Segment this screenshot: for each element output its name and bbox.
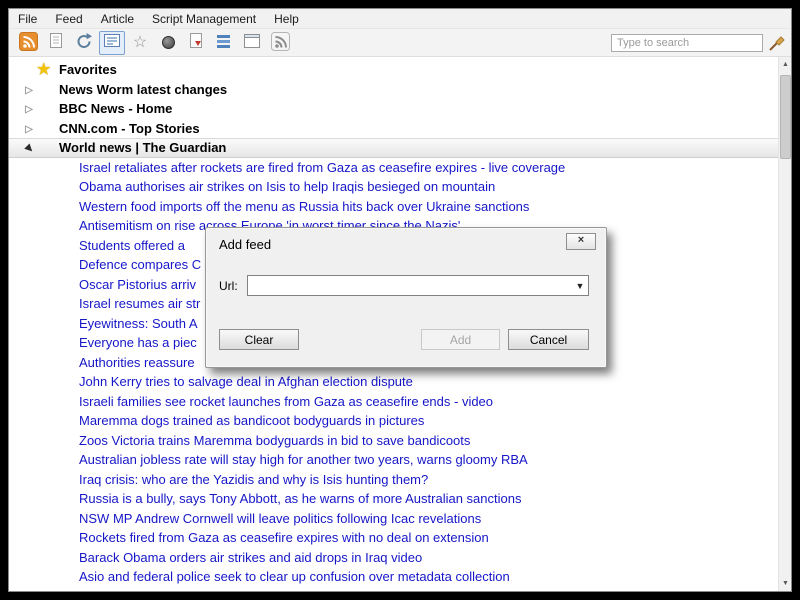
url-combobox[interactable]: ▼ (247, 275, 589, 296)
clear-search-broom-icon[interactable] (767, 34, 785, 52)
refresh-feeds-button[interactable] (71, 31, 97, 55)
scrollbar-thumb[interactable] (780, 75, 791, 159)
dialog-buttons: Clear Add Cancel (219, 329, 589, 350)
add-feed-button[interactable] (15, 31, 41, 55)
favorites-gold-star-icon: ★ (37, 62, 50, 77)
add-feed-icon (19, 32, 38, 54)
article-item[interactable]: John Kerry tries to salvage deal in Afgh… (9, 372, 778, 392)
article-item[interactable]: Western food imports off the menu as Rus… (9, 197, 778, 217)
tree-item-guardian-world-news[interactable]: World news | The Guardian (9, 138, 778, 158)
tree-item-news-worm[interactable]: News Worm latest changes (9, 80, 778, 100)
vertical-scrollbar[interactable] (778, 57, 791, 591)
tree-item-label: World news | The Guardian (59, 138, 226, 158)
article-item[interactable]: Asio and federal police seek to clear up… (9, 567, 778, 587)
article-item[interactable]: Iraq crisis: who are the Yazidis and why… (9, 470, 778, 490)
browse-button[interactable] (155, 31, 181, 55)
article-item[interactable]: Australian jobless rate will stay high f… (9, 450, 778, 470)
refresh-icon (75, 32, 93, 53)
article-list-view-button[interactable] (99, 31, 125, 55)
tree-item-favorites[interactable]: ★ Favorites (9, 60, 778, 80)
export-feed-button[interactable] (183, 31, 209, 55)
article-item[interactable]: Obama authorises air strikes on Isis to … (9, 177, 778, 197)
clear-button[interactable]: Clear (219, 329, 299, 350)
feed-page-button[interactable] (43, 31, 69, 55)
script-list-button[interactable] (211, 31, 237, 55)
article-item[interactable]: Israeli families see rocket launches fro… (9, 392, 778, 412)
article-item[interactable]: NSW MP Andrew Cornwell will leave politi… (9, 509, 778, 529)
toolbar: ☆ (9, 29, 791, 57)
tree-item-label: BBC News - Home (59, 99, 172, 119)
expand-expanded-icon[interactable] (21, 137, 37, 159)
menu-file[interactable]: File (9, 10, 46, 28)
menu-bar: File Feed Article Script Management Help (9, 9, 791, 29)
layout-panel-button[interactable] (239, 31, 265, 55)
tree-item-label: News Worm latest changes (59, 80, 227, 100)
article-item[interactable]: Rockets fired from Gaza as ceasefire exp… (9, 528, 778, 548)
dialog-close-button[interactable]: × (566, 233, 596, 250)
article-item[interactable]: Zoos Victoria trains Maremma bodyguards … (9, 431, 778, 451)
favorites-button[interactable]: ☆ (127, 31, 153, 55)
article-list-view-icon (103, 32, 121, 53)
menu-script-management[interactable]: Script Management (143, 10, 265, 28)
url-input[interactable] (248, 277, 572, 294)
add-button[interactable]: Add (421, 329, 500, 350)
tree-item-cnn[interactable]: CNN.com - Top Stories (9, 119, 778, 139)
article-item[interactable]: Israel retaliates after rockets are fire… (9, 158, 778, 178)
script-list-icon (215, 32, 233, 53)
scroll-down-button[interactable] (779, 576, 792, 591)
url-row: Url: ▼ (219, 275, 589, 296)
article-item[interactable]: Barack Obama orders air strikes and aid … (9, 548, 778, 568)
expand-collapsed-icon[interactable] (21, 118, 37, 140)
tree-item-label: CNN.com - Top Stories (59, 119, 200, 139)
screen-frame: File Feed Article Script Management Help (0, 0, 800, 600)
add-feed-dialog: Add feed × Url: ▼ Clear Add Cancel (205, 227, 607, 368)
feed-page-icon (47, 32, 65, 53)
rss-feed-button[interactable] (267, 31, 293, 55)
menu-article[interactable]: Article (92, 10, 143, 28)
tree-item-bbc-news[interactable]: BBC News - Home (9, 99, 778, 119)
article-item[interactable]: Maremma dogs trained as bandicoot bodygu… (9, 411, 778, 431)
search-input[interactable] (611, 34, 763, 52)
layout-panel-icon (243, 32, 261, 53)
tree-item-label: Favorites (59, 60, 117, 80)
dialog-title: Add feed (219, 237, 271, 252)
expand-collapsed-icon[interactable] (21, 79, 37, 101)
search-area (611, 34, 785, 52)
scroll-up-button[interactable] (779, 57, 792, 72)
expand-collapsed-icon[interactable] (21, 98, 37, 120)
menu-help[interactable]: Help (265, 10, 308, 28)
url-label: Url: (219, 279, 247, 293)
article-item[interactable]: Russia is a bully, says Tony Abbott, as … (9, 489, 778, 509)
favorites-star-icon: ☆ (133, 35, 147, 51)
chevron-down-icon[interactable]: ▼ (572, 281, 588, 291)
rss-feed-icon (271, 32, 290, 54)
close-icon: × (578, 234, 584, 246)
globe-icon (162, 36, 175, 49)
export-feed-icon (187, 32, 205, 53)
cancel-button[interactable]: Cancel (508, 329, 589, 350)
menu-feed[interactable]: Feed (46, 10, 91, 28)
